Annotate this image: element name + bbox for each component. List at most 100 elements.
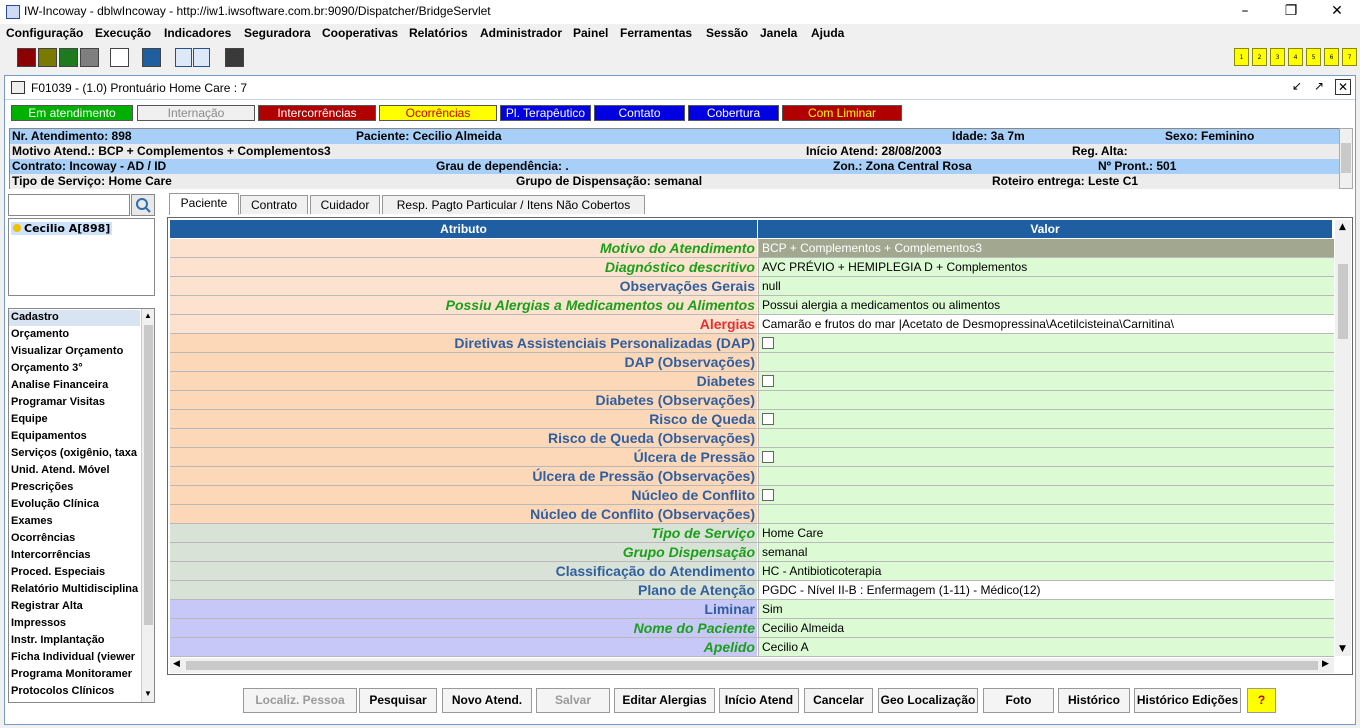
status-com-liminar[interactable]: Com Liminar [782,105,902,121]
toolbar-swatch-7[interactable] [225,48,244,67]
menu-sessao[interactable]: Sessão [706,26,748,40]
tab-cuidador[interactable]: Cuidador [310,195,380,214]
foto-button[interactable]: Foto [983,688,1054,713]
scroll-up-icon[interactable]: ▲ [144,311,152,320]
table-row[interactable]: Apelido Cecilio A [170,638,1334,657]
historico-button[interactable]: Histórico [1058,688,1130,713]
menu-cooperativas[interactable]: Cooperativas [322,26,398,40]
scroll-down-icon[interactable]: ▼ [1339,644,1346,654]
salvar-button[interactable]: Salvar [536,688,610,713]
shortcut-3[interactable]: 3 [1270,48,1285,66]
value-cell[interactable]: AVC PRÉVIO + HEMIPLEGIA D + Complementos [758,258,1334,276]
info-scrollbar[interactable] [1339,128,1353,189]
editar-alergias-button[interactable]: Editar Alergias [614,688,715,713]
shortcut-2[interactable]: 2 [1252,48,1267,66]
menu-seguradora[interactable]: Seguradora [244,26,311,40]
value-cell[interactable] [758,486,1334,504]
value-cell[interactable]: BCP + Complementos + Complementos3 [758,239,1334,257]
checkbox[interactable] [762,451,774,463]
left-menu-item[interactable]: Ocorrências [11,532,75,544]
list-item[interactable]: Cecilio A[898] [11,222,113,235]
left-menu-item[interactable]: Impressos [11,617,66,629]
minimize-icon[interactable]: – [1222,0,1268,24]
table-row[interactable]: Úlcera de Pressão (Observações) [170,467,1334,486]
left-menu-item[interactable]: Cadastro [11,311,59,323]
table-row[interactable]: DAP (Observações) [170,353,1334,372]
table-row[interactable]: Diabetes (Observações) [170,391,1334,410]
table-row[interactable]: Nome do Paciente Cecilio Almeida [170,619,1334,638]
status-internacao[interactable]: Internação [137,105,255,121]
menu-indicadores[interactable]: Indicadores [164,26,231,40]
left-menu-item[interactable]: Programa Monitoramer [11,668,132,680]
left-menu-item[interactable]: Visualizar Orçamento [11,345,123,357]
tab-resp-pagto[interactable]: Resp. Pagto Particular / Itens Não Cober… [382,195,645,214]
toolbar-swatch-5[interactable] [110,48,129,67]
left-menu-item[interactable]: Serviços (oxigênio, taxa [11,447,137,459]
grid-hscroll-thumb[interactable] [186,661,1318,670]
table-row[interactable]: Risco de Queda (Observações) [170,429,1334,448]
toolbar-swatch-4[interactable] [80,48,99,67]
left-menu-item[interactable]: Equipe [11,413,48,425]
value-cell[interactable]: Home Care [758,524,1334,542]
status-em-atendimento[interactable]: Em atendimento [11,105,133,121]
left-menu-item[interactable]: Exames [11,515,53,527]
pesquisar-button[interactable]: Pesquisar [359,688,437,713]
left-menu-item[interactable]: Ficha Individual (viewer [11,651,135,663]
table-row[interactable]: Diretivas Assistenciais Personalizadas (… [170,334,1334,353]
value-cell[interactable] [758,505,1334,523]
help-button[interactable]: ? [1247,688,1276,713]
value-cell[interactable]: PGDC - Nível II-B : Enfermagem (1-11) - … [758,581,1334,599]
close-icon[interactable]: ✕ [1314,0,1360,24]
left-menu-item[interactable]: Protocolos Clínicos [11,685,114,697]
value-cell[interactable] [758,353,1334,371]
table-row[interactable]: Tipo de Serviço Home Care [170,524,1334,543]
scroll-left-icon[interactable]: ◀ [173,659,180,669]
tab-paciente[interactable]: Paciente [169,193,239,215]
column-header-valor[interactable]: Valor [758,220,1332,238]
value-cell[interactable]: HC - Antibioticoterapia [758,562,1334,580]
checkbox[interactable] [762,375,774,387]
left-menu-item[interactable]: Registrar Alta [11,600,83,612]
menu-ajuda[interactable]: Ajuda [811,26,844,40]
table-row[interactable]: Possiu Alergias a Medicamentos ou Alimen… [170,296,1334,315]
value-cell[interactable]: Cecilio A [758,638,1334,656]
status-cobertura[interactable]: Cobertura [688,105,779,121]
inicio-atend-button[interactable]: Início Atend [719,688,799,713]
table-row[interactable]: Diabetes [170,372,1334,391]
shortcut-6[interactable]: 6 [1324,48,1339,66]
value-cell[interactable]: Sim [758,600,1334,618]
left-menu-item[interactable]: Unid. Atend. Móvel [11,464,110,476]
left-menu-item[interactable]: Analise Financeira [11,379,108,391]
toolbar-swatch-2[interactable] [38,48,57,67]
grid-scroll-thumb[interactable] [1338,264,1348,339]
toolbar-swatch-1[interactable] [17,48,36,67]
search-icon[interactable] [131,194,155,216]
novo-atend-button[interactable]: Novo Atend. [442,688,532,713]
value-cell[interactable] [758,467,1334,485]
table-row[interactable]: Núcleo de Conflito (Observações) [170,505,1334,524]
left-menu-item[interactable]: Programar Visitas [11,396,105,408]
table-row[interactable]: Plano de Atenção PGDC - Nível II-B : Enfe… [170,581,1334,600]
localiz-pessoa-button[interactable]: Localiz. Pessoa [243,688,357,713]
left-menu-item[interactable]: Instr. Implantação [11,634,105,646]
value-cell[interactable] [758,429,1334,447]
menu-execucao[interactable]: Execução [95,26,151,40]
scroll-up-icon[interactable]: ▲ [1339,222,1346,232]
status-pl-terapeutico[interactable]: Pl. Terapêutico [500,105,591,121]
table-row[interactable]: Úlcera de Pressão [170,448,1334,467]
left-menu-scrollbar[interactable]: ▲ ▼ [141,309,154,702]
menu-janela[interactable]: Janela [760,26,797,40]
status-contato[interactable]: Contato [594,105,685,121]
table-row[interactable]: Motivo do Atendimento BCP + Complementos … [170,239,1334,258]
checkbox[interactable] [762,337,774,349]
shortcut-7[interactable]: 7 [1342,48,1357,66]
left-menu-item[interactable]: Proced. Especiais [11,566,105,578]
patient-search-input[interactable] [8,194,130,216]
menu-relatorios[interactable]: Relatórios [409,26,468,40]
table-row[interactable]: Alergias Camarão e frutos do mar |Acetato… [170,315,1334,334]
table-row[interactable]: Classificação do Atendimento HC - Antibio… [170,562,1334,581]
value-cell[interactable] [758,372,1334,390]
table-row[interactable]: Risco de Queda [170,410,1334,429]
shortcut-1[interactable]: 1 [1234,48,1249,66]
cancelar-button[interactable]: Cancelar [804,688,873,713]
